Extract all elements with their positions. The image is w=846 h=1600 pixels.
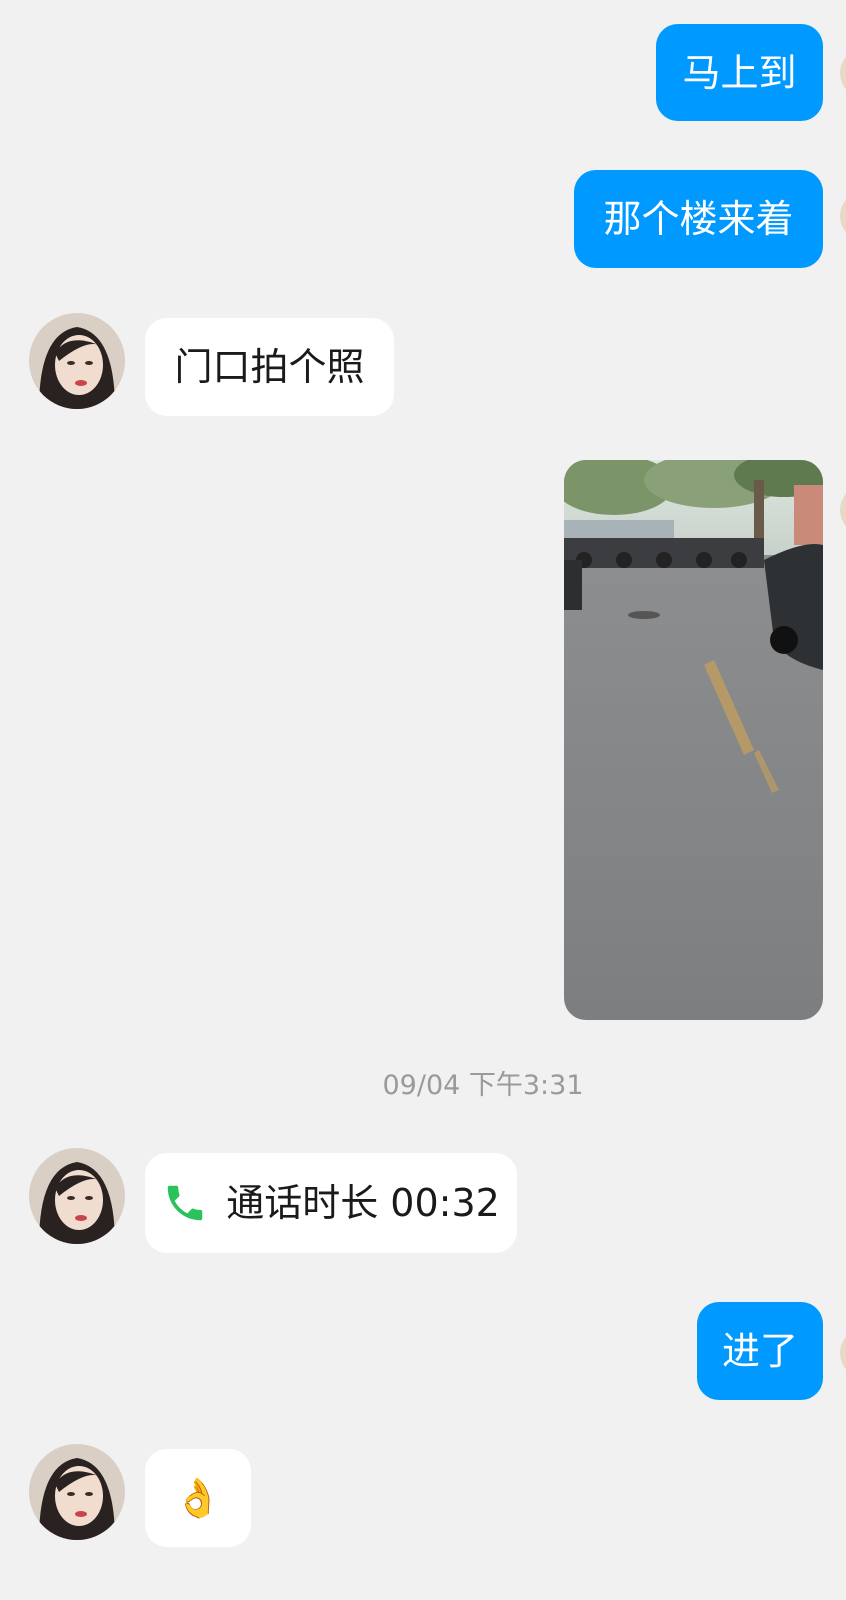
message-text: 进了 bbox=[721, 1329, 798, 1373]
contact-avatar[interactable] bbox=[29, 1444, 125, 1540]
incoming-message-bubble[interactable]: 👌 bbox=[145, 1449, 251, 1547]
my-avatar-partial[interactable] bbox=[840, 1330, 846, 1376]
timestamp: 09/04 下午3:31 bbox=[382, 1070, 584, 1101]
my-avatar-partial[interactable] bbox=[840, 193, 846, 239]
street-photo[interactable] bbox=[564, 460, 823, 1020]
message-text: 门口拍个照 bbox=[174, 345, 365, 389]
my-avatar-partial[interactable] bbox=[840, 487, 846, 533]
outgoing-message-bubble[interactable]: 马上到 bbox=[656, 24, 823, 121]
message-text: 那个楼来着 bbox=[603, 197, 794, 241]
outgoing-message-bubble[interactable]: 那个楼来着 bbox=[574, 170, 823, 268]
call-record-bubble[interactable]: 通话时长 00:32 bbox=[145, 1153, 517, 1253]
contact-avatar[interactable] bbox=[29, 1148, 125, 1244]
ok-hand-emoji: 👌 bbox=[174, 1476, 222, 1520]
phone-icon bbox=[162, 1180, 208, 1226]
call-duration-text: 通话时长 00:32 bbox=[226, 1181, 500, 1225]
outgoing-message-bubble[interactable]: 进了 bbox=[697, 1302, 823, 1400]
my-avatar-partial[interactable] bbox=[840, 50, 846, 96]
contact-avatar[interactable] bbox=[29, 313, 125, 409]
incoming-message-bubble[interactable]: 门口拍个照 bbox=[145, 318, 394, 416]
message-text: 马上到 bbox=[682, 50, 797, 95]
